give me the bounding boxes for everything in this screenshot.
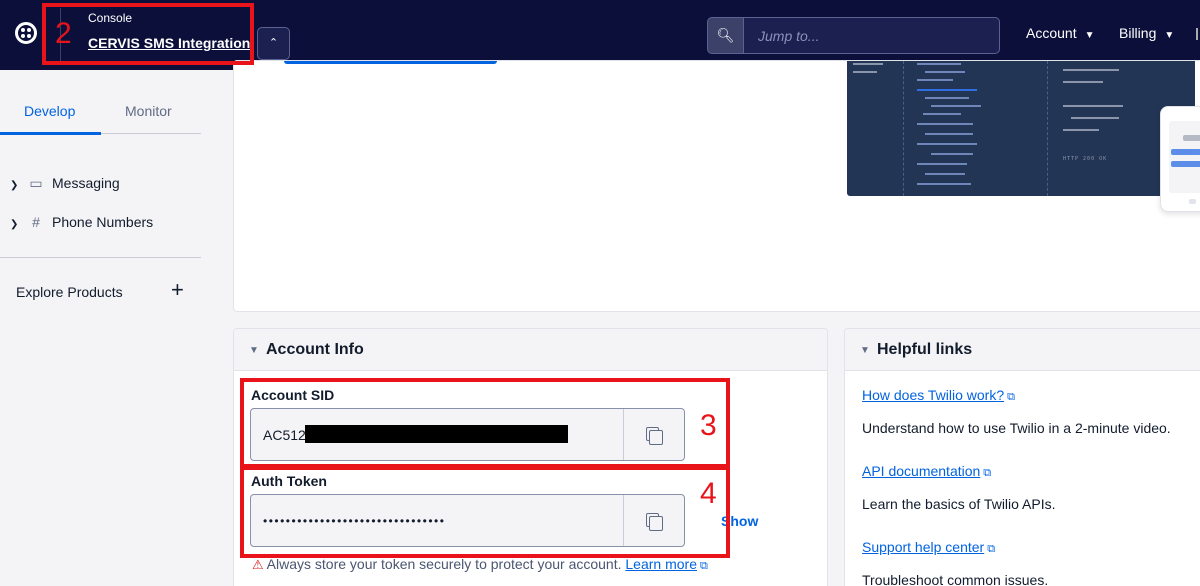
- sidebar: Develop Monitor ❯ ▭ Messaging ❯ # Phone Numb…: [0, 70, 208, 586]
- caret-down-icon: ▼: [860, 345, 870, 356]
- explore-products-label[interactable]: Explore Products: [16, 284, 123, 300]
- security-warning: ⚠ Always store your token securely to pro…: [252, 556, 708, 573]
- search-icon: 🔍︎: [716, 27, 735, 43]
- chevron-down-icon: ▼: [1084, 30, 1095, 41]
- learn-more-link[interactable]: Learn more: [625, 556, 697, 572]
- annotation-number-4: 4: [700, 477, 717, 510]
- sidebar-item-phone-numbers[interactable]: ❯ # Phone Numbers: [10, 214, 153, 230]
- chevron-right-icon: ❯: [10, 219, 19, 230]
- illustration-status-text: HTTP 200 OK: [1063, 156, 1108, 162]
- billing-menu[interactable]: Billing ▼: [1119, 25, 1174, 41]
- hash-icon: #: [32, 214, 40, 230]
- helpful-links-header[interactable]: ▼ Helpful links: [845, 329, 1200, 371]
- phone-illustration: [1160, 106, 1200, 212]
- annotation-box-2: [42, 3, 254, 65]
- annotation-number-2: 2: [55, 17, 72, 50]
- chevron-right-icon: ❯: [10, 180, 19, 191]
- search-input[interactable]: [743, 17, 1000, 54]
- chevron-up-down-icon: ⌃: [268, 37, 279, 49]
- api-illustration: HTTP 200 OK: [847, 61, 1195, 196]
- sidebar-item-messaging[interactable]: ❯ ▭ Messaging: [10, 175, 120, 192]
- sidebar-item-label: Messaging: [52, 175, 120, 191]
- annotation-number-3: 3: [700, 409, 717, 442]
- external-link-icon: ⧉: [983, 467, 992, 479]
- warning-icon: ⚠: [252, 557, 264, 572]
- account-menu-label: Account: [1026, 25, 1077, 41]
- sidebar-divider: [0, 257, 201, 258]
- help-description: Learn the basics of Twilio APIs.: [862, 496, 1056, 512]
- hero-card: HTTP 200 OK: [233, 60, 1200, 312]
- help-link-api-documentation[interactable]: API documentation ⧉: [862, 463, 991, 480]
- active-tab-indicator: [0, 132, 101, 135]
- annotation-box-3: [240, 378, 730, 468]
- helpful-links-title: Helpful links: [877, 341, 973, 358]
- help-link-how-twilio-works[interactable]: How does Twilio work? ⧉: [862, 387, 1015, 404]
- tab-develop[interactable]: Develop: [24, 103, 75, 119]
- hero-button-edge[interactable]: [284, 61, 497, 64]
- external-link-icon: ⧉: [699, 560, 708, 572]
- external-link-icon: ⧉: [1007, 391, 1015, 403]
- chevron-down-icon: ▼: [1164, 30, 1175, 41]
- help-link-support-center[interactable]: Support help center ⧉: [862, 539, 995, 556]
- account-info-title: Account Info: [266, 341, 364, 358]
- help-description: Understand how to use Twilio in a 2-minu…: [862, 420, 1171, 436]
- external-link-icon: ⧉: [987, 543, 996, 555]
- account-menu[interactable]: Account ▼: [1026, 25, 1095, 41]
- twilio-logo-icon[interactable]: [15, 22, 37, 44]
- help-description: Troubleshoot common issues.: [862, 572, 1049, 586]
- plus-icon[interactable]: +: [171, 279, 184, 301]
- overflow-edge: [1196, 28, 1200, 40]
- warning-text: Always store your token securely to prot…: [266, 556, 622, 572]
- message-icon: ▭: [29, 175, 43, 191]
- annotation-box-4: [240, 466, 730, 558]
- sidebar-item-label: Phone Numbers: [52, 214, 154, 230]
- helpful-links-card: ▼ Helpful links How does Twilio work? ⧉ U…: [844, 328, 1200, 586]
- account-switcher-button[interactable]: ⌃: [257, 27, 290, 60]
- caret-down-icon: ▼: [249, 345, 259, 356]
- account-info-header[interactable]: ▼ Account Info: [234, 329, 827, 371]
- tab-monitor[interactable]: Monitor: [125, 103, 172, 119]
- search-button[interactable]: 🔍︎: [707, 17, 744, 54]
- billing-menu-label: Billing: [1119, 25, 1157, 41]
